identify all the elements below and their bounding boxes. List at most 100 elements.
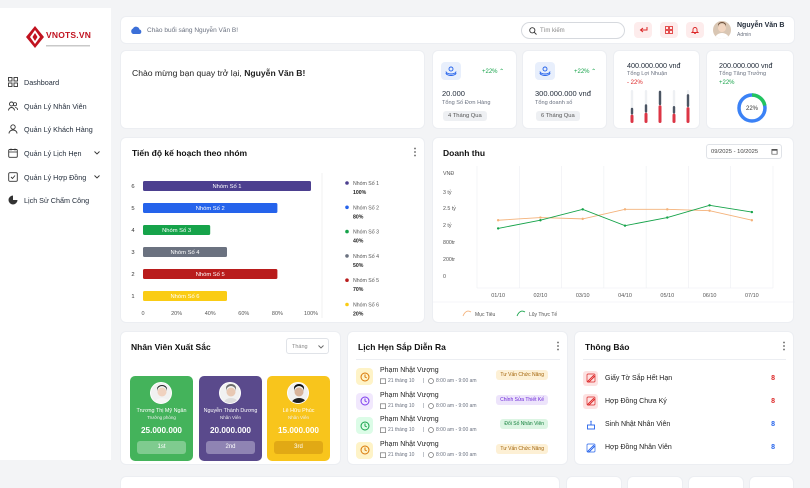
appointments-menu-button[interactable]: ⋮ <box>553 342 563 352</box>
y-tick-label: 2 <box>131 272 134 278</box>
search-box[interactable]: Tìm kiếm <box>521 22 625 39</box>
appointment-item[interactable]: Phạm Nhật Vượng 21 tháng 10 | 8:00 am - 9:0… <box>356 415 552 439</box>
brand-logo[interactable]: VNOTS.VN <box>24 24 94 50</box>
employee-avatar <box>150 382 172 404</box>
appointments-title: Lịch Hẹn Sắp Diễn Ra <box>358 342 446 352</box>
bar-label: Nhóm Số 4 <box>171 250 201 256</box>
y-tick-label: 4 <box>131 228 135 234</box>
apps-button[interactable] <box>660 22 678 38</box>
data-point <box>623 224 627 227</box>
employee-card-1[interactable]: Trương Thị Mỹ Ngân Trưởng phòng 25.000.0… <box>130 376 193 461</box>
bottom-card-1 <box>120 476 560 488</box>
x-tick-label: 0 <box>141 311 144 317</box>
clock-icon-box <box>356 368 373 385</box>
y-tick-label: 5 <box>131 206 134 212</box>
x-tick-label: 06/10 <box>703 293 717 299</box>
data-point <box>496 227 500 230</box>
cake-icon <box>586 420 595 430</box>
appointment-time: 8:00 am - 9:00 am <box>436 451 477 458</box>
brand-name: VNOTS.VN <box>46 30 92 40</box>
user-icon <box>8 124 18 134</box>
sales-period-badge: 6 Tháng Qua <box>536 111 580 121</box>
period-select-value: Tháng <box>292 344 308 350</box>
profit-bar <box>686 107 690 123</box>
appointment-name: Phạm Nhật Vượng <box>380 391 439 399</box>
appointment-tag: Chỉnh Sửa Thiết Kế <box>496 394 548 405</box>
orders-icon <box>445 66 457 76</box>
sidebar-item-0[interactable]: Dashboard <box>8 75 108 89</box>
x-tick-label: 03/10 <box>576 293 590 299</box>
logout-button[interactable] <box>634 22 652 38</box>
profit-bar-top <box>644 104 648 113</box>
edit-icon <box>586 443 595 453</box>
appointment-item[interactable]: Phạm Nhật Vượng 21 tháng 10 | 8:00 am - 9:0… <box>356 366 552 390</box>
growth-donut: 22% <box>737 93 767 123</box>
notification-count: 8 <box>771 374 775 382</box>
welcome-prefix: Chào mừng bạn quay trở lại, <box>132 68 245 78</box>
progress-card: Tiến độ kế hoạch theo nhóm ⋮ 6 Nhóm Số 1 5… <box>120 137 425 323</box>
welcome-text: Chào mừng bạn quay trở lại, Nguyễn Văn B… <box>132 68 305 78</box>
history-icon <box>8 195 18 205</box>
period-select[interactable]: Tháng <box>286 338 329 354</box>
appointment-name: Phạm Nhật Vượng <box>380 367 439 374</box>
bottom-card-3 <box>627 476 683 488</box>
y-tick-label: 1 <box>131 294 134 300</box>
sidebar-item-4[interactable]: Quản Lý Hợp Đồng <box>8 170 108 184</box>
edit-icon <box>586 373 595 383</box>
sidebar-item-5[interactable]: Lịch Sử Chấm Công <box>8 193 108 207</box>
appointments-card: Lịch Hẹn Sắp Diễn Ra ⋮ Phạm Nhật Vượng 21… <box>347 331 568 465</box>
revenue-chart: VNĐ 3 tỷ 2.5 tỷ 2 tỷ 800tr 200tr 0 01/10 02/10 03… <box>433 166 795 318</box>
appointment-date: 21 tháng 10 <box>388 451 415 458</box>
notification-item[interactable]: Giấy Tờ Sắp Hết Hạn 8 <box>583 368 779 388</box>
employee-card-2[interactable]: Nguyễn Thành Dương Nhân Viên 20.000.000 … <box>199 376 262 461</box>
notification-button[interactable] <box>686 22 704 38</box>
divider <box>356 359 560 360</box>
legend-label: Nhóm Số 4 <box>353 254 379 260</box>
employee-name: Trương Thị Mỹ Ngân <box>136 408 187 414</box>
search-input[interactable]: Tìm kiếm <box>540 28 565 34</box>
legend-value: 80% <box>353 214 364 220</box>
notification-item[interactable]: Hợp Đồng Chưa Ký 8 <box>583 391 779 411</box>
clock-icon <box>428 451 434 458</box>
notification-icon-box <box>583 393 598 409</box>
notification-item[interactable]: Sinh Nhật Nhân Viên 8 <box>583 415 779 435</box>
data-point <box>708 209 711 212</box>
y-tick-label: 3 tỷ <box>443 189 452 196</box>
legend-label: Nhóm Số 6 <box>353 303 379 309</box>
bottom-card-2 <box>566 476 622 488</box>
x-tick-label: 05/10 <box>660 293 674 299</box>
x-tick-label: 60% <box>238 311 249 317</box>
employee-rank: 3rd <box>274 441 323 454</box>
profit-bar-top <box>630 107 634 115</box>
x-tick-label: 80% <box>272 311 283 317</box>
progress-chart: 6 Nhóm Số 1 5 Nhóm Số 2 4 Nhóm Số 3 3 Nhóm Số 4… <box>131 173 379 318</box>
employee-amount: 15.000.000 <box>278 426 319 435</box>
sidebar-item-2[interactable]: Quản Lý Khách Hàng <box>8 122 108 136</box>
sidebar-item-3[interactable]: Quản Lý Lịch Hẹn <box>8 146 108 160</box>
progress-menu-button[interactable]: ⋮ <box>410 148 420 158</box>
legend-value: 100% <box>353 190 367 196</box>
date-range-picker[interactable]: 09/2025 - 10/2025 <box>706 144 782 159</box>
appointment-date: 21 tháng 10 <box>388 378 415 384</box>
notification-item[interactable]: Hợp Đồng Nhân Viên 8 <box>583 438 779 458</box>
profit-bar-top <box>672 106 676 114</box>
chevron-down-icon <box>94 175 100 179</box>
sidebar-item-1[interactable]: Quản Lý Nhân Viên <box>8 99 108 113</box>
clock-icon-box <box>356 392 373 410</box>
appointment-item[interactable]: Phạm Nhật Vượng 21 tháng 10 | 8:00 am - 9:0… <box>356 391 552 415</box>
growth-value: 200.000.000 vnđ <box>719 61 773 70</box>
legend-value: 70% <box>353 287 364 293</box>
appointment-item[interactable]: Phạm Nhật Vượng 21 tháng 10 | 8:00 am - 9:0… <box>356 440 552 464</box>
legend-value: 20% <box>353 312 364 318</box>
employee-card-3[interactable]: Lê Hữu Phúc Nhân Viên 15.000.000 3rd <box>267 376 330 461</box>
profit-card: 400.000.000 vnđ Tổng Lợi Nhuận - 22% <box>613 50 700 129</box>
notifications-menu-button[interactable]: ⋮ <box>779 342 789 352</box>
calendar-icon <box>380 427 386 433</box>
avatar[interactable] <box>713 21 731 39</box>
sales-value: 300.000.000 vnđ <box>535 89 591 98</box>
appointment-tag: Tư Vấn Chức Năng <box>496 443 548 454</box>
edit-icon <box>586 396 595 406</box>
growth-label: Tổng Tăng Trưởng <box>719 71 767 77</box>
return-icon <box>639 27 647 33</box>
date-range-text: 09/2025 - 10/2025 <box>711 149 759 155</box>
